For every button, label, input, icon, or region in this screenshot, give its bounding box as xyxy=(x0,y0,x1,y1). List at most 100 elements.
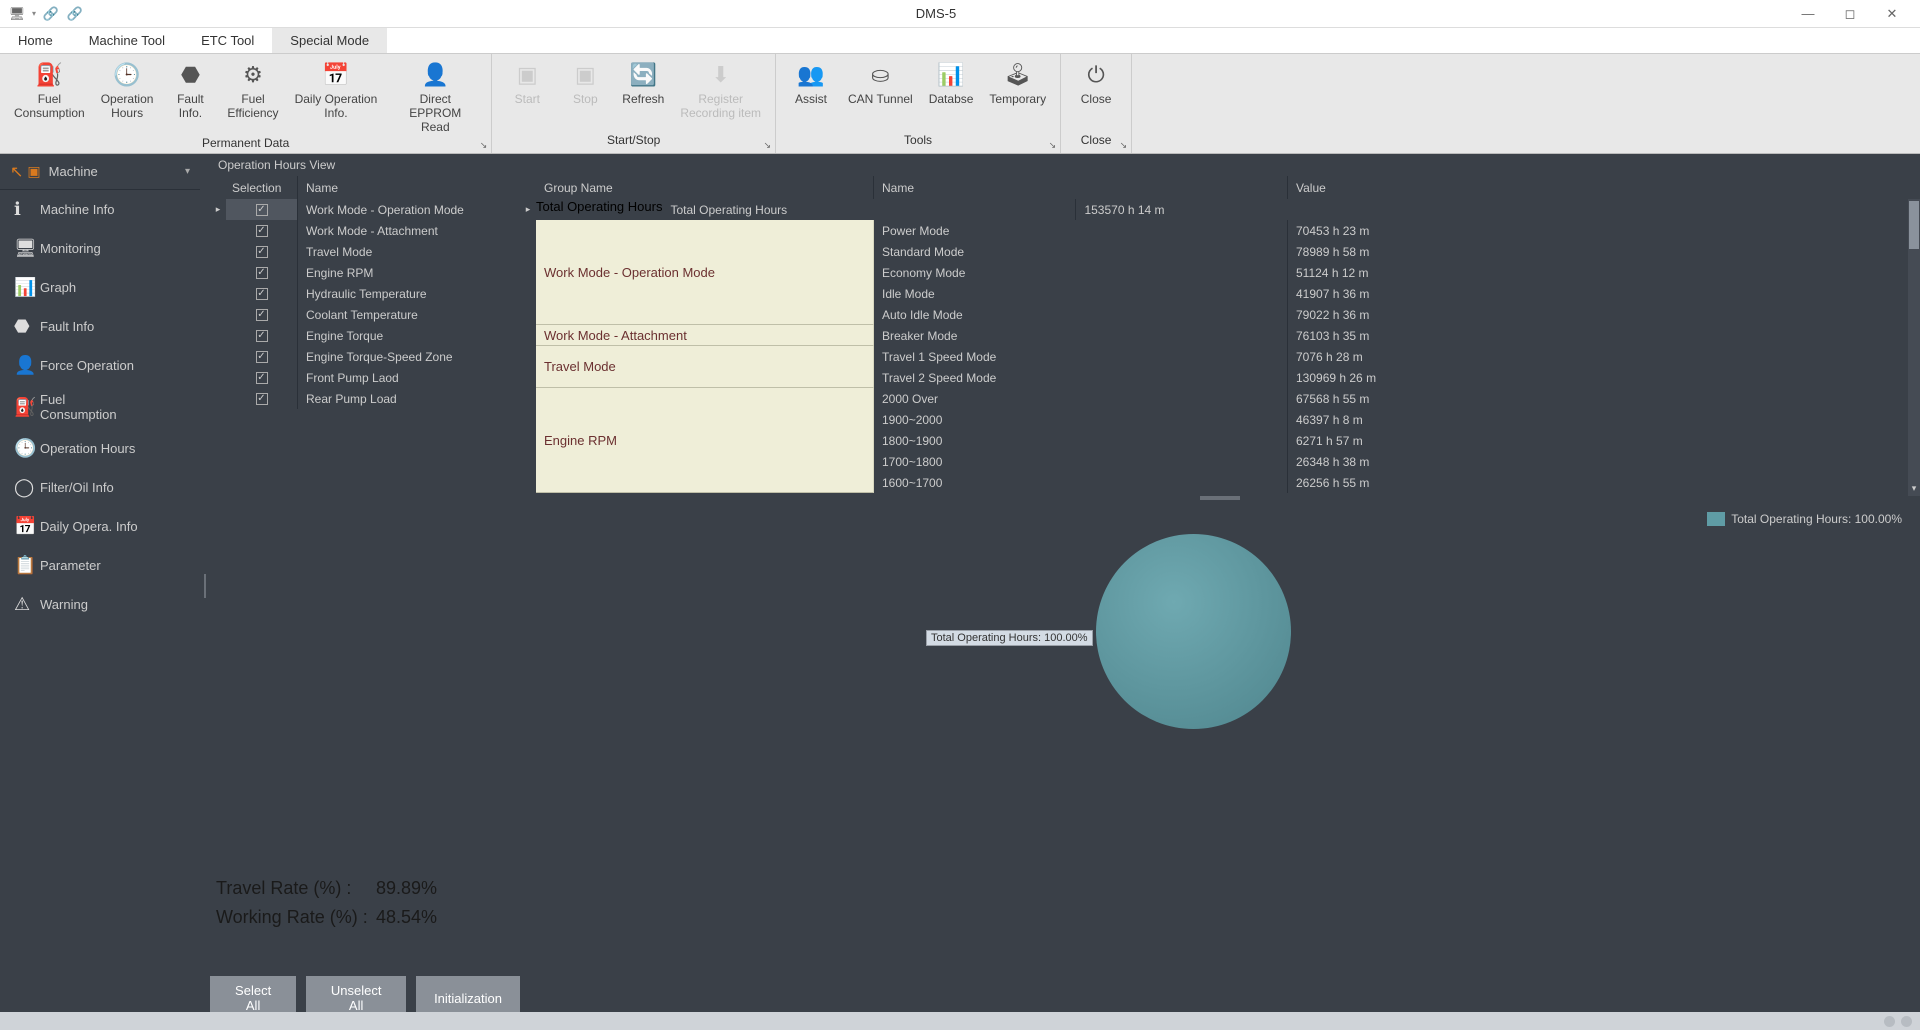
link-icon-2[interactable]: 🔗 xyxy=(66,5,84,23)
data-value-cell: 67568 h 55 m xyxy=(1288,388,1908,409)
sidebar-header[interactable]: ↖ ▣ Machine ▾ xyxy=(0,154,200,190)
link-icon-1[interactable]: 🔗 xyxy=(42,5,60,23)
checkbox[interactable]: ✓ xyxy=(256,330,268,342)
checkbox[interactable]: ✓ xyxy=(256,267,268,279)
data-row[interactable]: Standard Mode78989 h 58 m xyxy=(874,241,1908,262)
sidebar-item-fault-info[interactable]: ⬣Fault Info xyxy=(0,307,200,346)
pie-chart xyxy=(1096,534,1291,729)
data-row[interactable]: Auto Idle Mode79022 h 36 m xyxy=(874,304,1908,325)
data-grid-scrollbar[interactable]: ▾ xyxy=(1908,199,1920,496)
fuel-consumption-label: FuelConsumption xyxy=(14,92,85,120)
working-rate-value: 48.54% xyxy=(376,907,437,928)
sidebar-item-fuel-consumption[interactable]: ⛽FuelConsumption xyxy=(0,385,200,429)
assist-label: Assist xyxy=(795,92,827,106)
checkbox[interactable]: ✓ xyxy=(256,393,268,405)
ribbon-fuel-consumption[interactable]: ⛽FuelConsumption xyxy=(6,58,93,136)
sidebar-item-daily-opera-info[interactable]: 📅Daily Opera. Info xyxy=(0,507,200,546)
checkbox[interactable]: ✓ xyxy=(256,246,268,258)
ribbon-fault-info[interactable]: ⬣FaultInfo. xyxy=(161,58,219,136)
daily-opera-info-icon: 📅 xyxy=(14,516,40,537)
ribbon-direct-epprom-read[interactable]: 👤DirectEPPROM Read xyxy=(385,58,485,136)
monitoring-icon: 🖥 xyxy=(14,238,40,259)
menu-tab-etc-tool[interactable]: ETC Tool xyxy=(183,28,272,53)
sidebar-item-graph[interactable]: 📊Graph xyxy=(0,268,200,307)
menu-tab-special-mode[interactable]: Special Mode xyxy=(272,28,387,53)
ribbon-close[interactable]: ⏻Close xyxy=(1067,58,1125,133)
start-label: Start xyxy=(515,92,540,106)
selection-row[interactable]: ▸✓Work Mode - Operation Mode xyxy=(210,199,520,220)
data-value-cell: 7076 h 28 m xyxy=(1288,346,1908,367)
checkbox[interactable]: ✓ xyxy=(256,309,268,321)
selection-row[interactable]: ✓Engine Torque-Speed Zone xyxy=(210,346,520,367)
data-row[interactable]: Total Operating Hours153570 h 14 m xyxy=(662,199,1908,220)
scrollbar-thumb[interactable] xyxy=(1909,201,1919,249)
sidebar-resize-handle[interactable] xyxy=(200,154,210,1030)
selection-row[interactable]: ✓Front Pump Laod xyxy=(210,367,520,388)
sidebar-item-filter-oil-info[interactable]: ◯Filter/Oil Info xyxy=(0,468,200,507)
group-pointer xyxy=(520,325,536,346)
temporary-label: Temporary xyxy=(989,92,1046,106)
selection-row[interactable]: ✓Travel Mode xyxy=(210,241,520,262)
legend-swatch xyxy=(1707,512,1725,526)
sidebar-item-parameter[interactable]: 📋Parameter xyxy=(0,546,200,585)
ribbon-group-tools: Tools↘ xyxy=(776,133,1060,153)
data-row[interactable]: 1600~170026256 h 55 m xyxy=(874,472,1908,493)
checkbox[interactable]: ✓ xyxy=(256,225,268,237)
checkbox[interactable]: ✓ xyxy=(256,351,268,363)
selection-row[interactable]: ✓Work Mode - Attachment xyxy=(210,220,520,241)
maximize-button[interactable]: ◻ xyxy=(1830,2,1870,26)
close-window-button[interactable]: ✕ xyxy=(1872,2,1912,26)
ribbon-can-tunnel[interactable]: ⛀CAN Tunnel xyxy=(840,58,921,133)
dg-value-header: Value xyxy=(1288,176,1920,199)
sidebar-item-operation-hours[interactable]: 🕒Operation Hours xyxy=(0,429,200,468)
sidebar-item-machine-info[interactable]: ℹMachine Info xyxy=(0,190,200,229)
ribbon-database[interactable]: 📊Databse xyxy=(921,58,982,133)
data-row[interactable]: Travel 1 Speed Mode7076 h 28 m xyxy=(874,346,1908,367)
dialog-launcher-icon[interactable]: ↘ xyxy=(480,140,488,151)
data-row[interactable]: 1700~180026348 h 38 m xyxy=(874,451,1908,472)
ribbon-fuel-efficiency[interactable]: ⚙FuelEfficiency xyxy=(219,58,286,136)
splitter-handle[interactable] xyxy=(1200,496,1240,500)
ribbon-daily-operation-info[interactable]: 📅Daily OperationInfo. xyxy=(287,58,386,136)
checkbox[interactable]: ✓ xyxy=(256,372,268,384)
data-row[interactable]: 1800~19006271 h 57 m xyxy=(874,430,1908,451)
data-row[interactable]: Breaker Mode76103 h 35 m xyxy=(874,325,1908,346)
scroll-down-icon[interactable]: ▾ xyxy=(1908,483,1920,494)
selection-row[interactable]: ✓Coolant Temperature xyxy=(210,304,520,325)
sidebar-dropdown-icon[interactable]: ▾ xyxy=(185,166,190,177)
sidebar-item-force-operation[interactable]: 👤Force Operation xyxy=(0,346,200,385)
checkbox[interactable]: ✓ xyxy=(256,288,268,300)
menu-tab-home[interactable]: Home xyxy=(0,28,71,53)
checkbox[interactable]: ✓ xyxy=(256,204,268,216)
data-value-cell: 6271 h 57 m xyxy=(1288,430,1908,451)
data-row[interactable]: Travel 2 Speed Mode130969 h 26 m xyxy=(874,367,1908,388)
sidebar-item-monitoring[interactable]: 🖥Monitoring xyxy=(0,229,200,268)
selection-row[interactable]: ✓Hydraulic Temperature xyxy=(210,283,520,304)
right-panel-spacer xyxy=(520,154,1920,176)
data-name-cell: 1900~2000 xyxy=(874,409,1288,430)
selection-row[interactable]: ✓Rear Pump Load xyxy=(210,388,520,409)
sidebar-item-label: Warning xyxy=(40,597,88,612)
sidebar-item-label: Machine Info xyxy=(40,202,114,217)
data-row[interactable]: 2000 Over67568 h 55 m xyxy=(874,388,1908,409)
dialog-launcher-icon[interactable]: ↘ xyxy=(763,140,771,151)
ribbon-operation-hours[interactable]: 🕒OperationHours xyxy=(93,58,162,136)
data-row[interactable]: Economy Mode51124 h 12 m xyxy=(874,262,1908,283)
sidebar-item-label: Operation Hours xyxy=(40,441,135,456)
ribbon-temporary[interactable]: 🕹Temporary xyxy=(981,58,1054,133)
minimize-button[interactable]: — xyxy=(1788,2,1828,26)
data-name-cell: Total Operating Hours xyxy=(662,199,1076,220)
qat-dropdown[interactable]: ▾ xyxy=(32,9,36,18)
sidebar-item-warning[interactable]: ⚠Warning xyxy=(0,585,200,624)
menu-tab-machine-tool[interactable]: Machine Tool xyxy=(71,28,183,53)
dialog-launcher-icon[interactable]: ↘ xyxy=(1049,140,1057,151)
ribbon-refresh[interactable]: 🔄Refresh xyxy=(614,58,672,133)
data-row[interactable]: 1900~200046397 h 8 m xyxy=(874,409,1908,430)
selection-row[interactable]: ✓Engine RPM xyxy=(210,262,520,283)
data-row[interactable]: Idle Mode41907 h 36 m xyxy=(874,283,1908,304)
dialog-launcher-icon[interactable]: ↘ xyxy=(1120,140,1128,151)
selection-row[interactable]: ✓Engine Torque xyxy=(210,325,520,346)
monitor-icon[interactable]: 🖥 xyxy=(8,5,26,23)
data-row[interactable]: Power Mode70453 h 23 m xyxy=(874,220,1908,241)
ribbon-assist[interactable]: 👥Assist xyxy=(782,58,840,133)
